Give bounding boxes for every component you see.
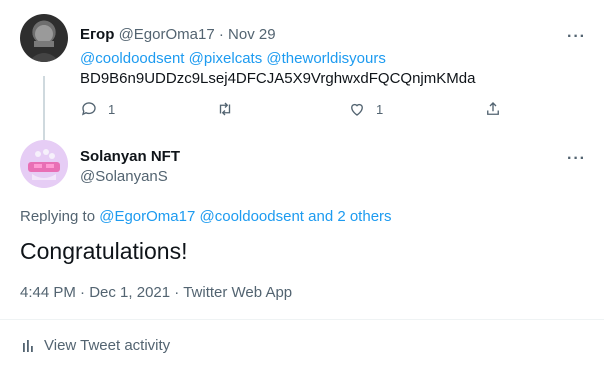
thread-line [43,76,45,140]
parent-tweet-body: BD9B6n9UDDzc9Lsej4DFCJA5X9VrghwxdFQCQnjm… [80,70,476,87]
retweet-button[interactable] [216,100,234,118]
replying-to-line: Replying to @EgorOma17 @cooldoodsent and… [20,208,392,225]
tweet-time[interactable]: 4:44 PM [20,284,76,301]
retweet-icon [219,102,231,116]
share-button[interactable] [484,100,502,118]
parent-more-icon[interactable]: ··· [567,29,586,45]
view-tweet-activity-button[interactable]: View Tweet activity [20,337,170,354]
like-count: 1 [376,101,384,117]
tweet-date[interactable]: Dec 1, 2021 [89,284,170,301]
reply-icon [81,102,96,116]
like-button[interactable]: 1 [348,100,383,118]
share-icon [487,102,499,115]
reply-count: 1 [108,101,116,117]
tweet-source[interactable]: Twitter Web App [183,284,292,301]
meta-separator: · [174,284,180,301]
replying-to-user[interactable]: @EgorOma17 [99,208,195,225]
main-display-name[interactable]: Solanyan NFT [80,148,180,165]
meta-separator: · [80,284,86,301]
main-more-icon[interactable]: ··· [567,151,586,167]
parent-display-name[interactable]: Егор [80,26,114,43]
tweet-metadata: 4:44 PM · Dec 1, 2021 · Twitter Web App [20,284,292,301]
main-handle[interactable]: @SolanyanS [80,168,168,185]
parent-separator: · [218,26,224,43]
replying-to-label: Replying to [20,208,96,225]
mention-link[interactable]: @theworldisyours [266,50,385,67]
main-tweet-text: Congratulations! [20,238,188,264]
mention-link[interactable]: @pixelcats [189,50,263,67]
parent-avatar[interactable] [20,14,68,62]
parent-date[interactable]: Nov 29 [228,26,276,43]
parent-handle[interactable]: @EgorOma17 [119,26,215,43]
mention-link[interactable]: @cooldoodsent [80,50,184,67]
main-avatar[interactable] [20,140,68,188]
reply-button[interactable]: 1 [80,100,115,118]
view-tweet-activity-label: View Tweet activity [44,337,171,354]
divider [0,319,604,320]
parent-avatar-photo [28,25,60,62]
like-icon [351,103,363,116]
replying-to-user[interactable]: @cooldoodsent [200,208,304,225]
replying-to-others[interactable]: and 2 others [308,208,391,225]
main-avatar-image [20,140,68,188]
activity-icon [23,339,33,352]
